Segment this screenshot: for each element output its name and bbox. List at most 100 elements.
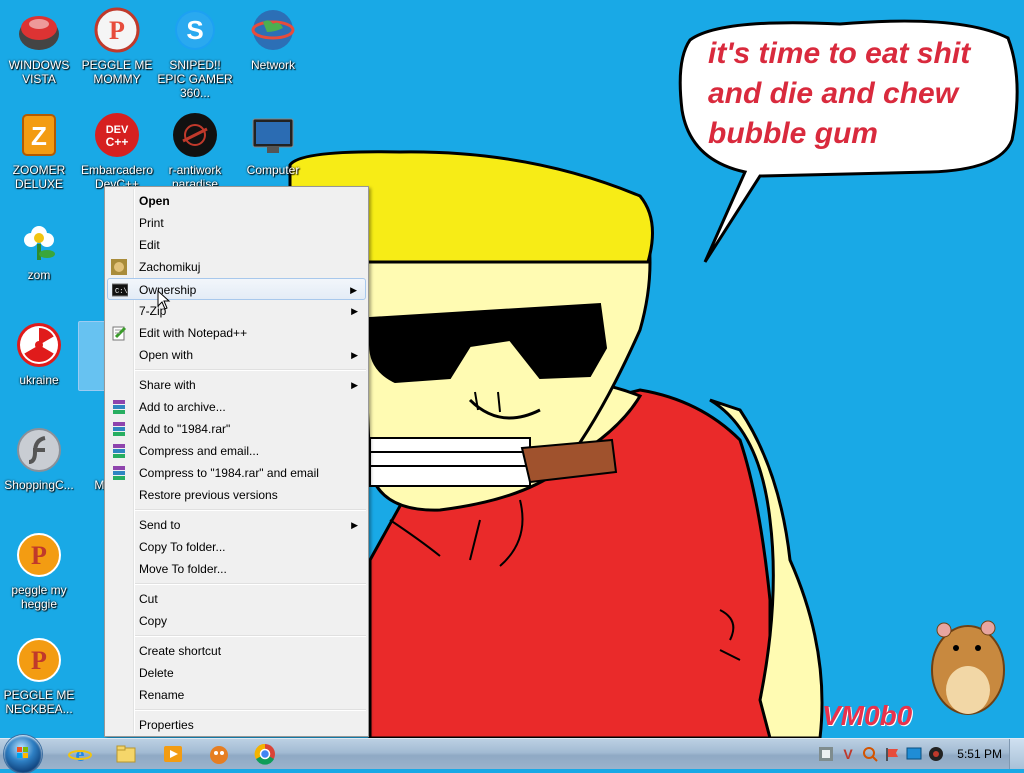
desktop-icon-r-antiwork-paradise[interactable]: r-antiwork paradise xyxy=(157,111,233,191)
desktop-icon-peggle-my-heggie[interactable]: P peggle my heggie xyxy=(1,531,77,611)
submenu-arrow-icon: ▶ xyxy=(351,520,358,530)
desktop-icon-ukraine[interactable]: ukraine xyxy=(1,321,77,387)
svg-text:P: P xyxy=(31,541,47,570)
menu-item-label: Compress and email... xyxy=(139,444,260,458)
notepadpp-icon xyxy=(111,325,127,341)
submenu-arrow-icon: ▶ xyxy=(350,285,357,295)
icon-label: PEGGLE ME NECKBEA... xyxy=(3,688,75,716)
submenu-arrow-icon: ▶ xyxy=(351,380,358,390)
context-menu[interactable]: Open Print Edit Zachomikuj C:\ Ownership… xyxy=(104,186,369,737)
peggle-icon: P xyxy=(93,6,141,54)
menu-item-label: Copy xyxy=(139,614,168,628)
taskbar-clock[interactable]: 5:51 PM xyxy=(957,747,1002,761)
desktop-icon-computer[interactable]: Computer xyxy=(235,111,311,177)
menu-item-label: Edit xyxy=(139,238,160,252)
menu-item-7zip[interactable]: 7-Zip ▶ xyxy=(107,300,366,322)
svg-text:V: V xyxy=(843,746,853,762)
desktop-icon-peggle-me-mommy[interactable]: P PEGGLE ME MOMMY xyxy=(79,6,155,86)
antiwork-icon xyxy=(171,111,219,159)
devcpp-icon: DEV C++ xyxy=(93,111,141,159)
menu-item-label: Cut xyxy=(139,592,158,606)
menu-item-zachomikuj[interactable]: Zachomikuj xyxy=(107,256,366,278)
menu-item-label: Share with xyxy=(139,378,196,392)
menu-item-copy[interactable]: Copy xyxy=(107,610,366,632)
console-icon: C:\ xyxy=(111,282,129,298)
menu-item-edit[interactable]: Edit xyxy=(107,234,366,256)
menu-item-send-to[interactable]: Send to ▶ xyxy=(107,514,366,536)
desktop-icon-peggle-me-neckbea[interactable]: P PEGGLE ME NECKBEA... xyxy=(1,636,77,716)
desktop[interactable]: it's time to eat shit and die and chew b… xyxy=(0,0,1024,738)
tray-display-icon[interactable] xyxy=(906,746,922,762)
submenu-arrow-icon: ▶ xyxy=(351,350,358,360)
desktop-icon-windows-vista[interactable]: WINDOWS VISTA xyxy=(1,6,77,86)
internet-explorer-icon[interactable]: e xyxy=(68,742,92,766)
chrome-icon[interactable] xyxy=(253,742,277,766)
winrar-icon xyxy=(111,399,127,415)
tray-flag-icon[interactable] xyxy=(884,746,900,762)
desktop-icon-shoppingc[interactable]: ShoppingC... xyxy=(1,426,77,492)
menu-item-label: Open xyxy=(139,194,170,208)
menu-item-label: Compress to "1984.rar" and email xyxy=(139,466,319,480)
menu-item-move-to-folder[interactable]: Move To folder... xyxy=(107,558,366,580)
icon-label: ShoppingC... xyxy=(4,478,74,492)
icon-label: ukraine xyxy=(19,373,59,387)
icon-label: Network xyxy=(250,58,295,72)
desktop-icon-zom[interactable]: zom xyxy=(1,216,77,282)
menu-item-label: Open with xyxy=(139,348,194,362)
menu-item-edit-with-notepadpp[interactable]: Edit with Notepad++ xyxy=(107,322,366,344)
tray-app-icon[interactable] xyxy=(818,746,834,762)
start-orb-icon[interactable] xyxy=(4,735,42,773)
zoomer-icon: Z xyxy=(15,111,63,159)
menu-item-ownership[interactable]: C:\ Ownership ▶ xyxy=(107,278,366,300)
flash-icon xyxy=(15,426,63,474)
menu-item-properties[interactable]: Properties xyxy=(107,714,366,736)
menu-item-compress-to-rar-and-email[interactable]: Compress to "1984.rar" and email xyxy=(107,462,366,484)
tray-v-icon[interactable]: V xyxy=(840,746,856,762)
svg-text:S: S xyxy=(186,15,203,45)
menu-separator xyxy=(135,509,366,511)
menu-item-delete[interactable]: Delete xyxy=(107,662,366,684)
menu-item-cut[interactable]: Cut xyxy=(107,588,366,610)
svg-text:P: P xyxy=(109,16,125,45)
menu-item-open-with[interactable]: Open with ▶ xyxy=(107,344,366,366)
media-player-icon[interactable] xyxy=(161,742,185,766)
winrar-icon xyxy=(111,421,127,437)
menu-item-create-shortcut[interactable]: Create shortcut xyxy=(107,640,366,662)
gimp-icon[interactable] xyxy=(207,742,231,766)
system-tray: V 5:51 PM xyxy=(784,739,1024,769)
icon-label: SNIPED!! EPIC GAMER 360... xyxy=(157,58,233,100)
tray-speaker-icon[interactable] xyxy=(928,746,944,762)
desktop-icon-embarcadero-devcpp[interactable]: DEV C++ Embarcadero DevC++ xyxy=(79,111,155,191)
show-desktop-button[interactable] xyxy=(1009,739,1024,769)
hamster-icon xyxy=(111,259,127,275)
menu-item-compress-and-email[interactable]: Compress and email... xyxy=(107,440,366,462)
icon-label: peggle my heggie xyxy=(11,583,67,611)
vista-helmet-icon xyxy=(15,6,63,54)
menu-separator xyxy=(135,369,366,371)
desktop-icon-network[interactable]: Network xyxy=(235,6,311,72)
winrar-icon xyxy=(111,465,127,481)
tray-search-icon[interactable] xyxy=(862,746,878,762)
icon-label: WINDOWS VISTA xyxy=(8,58,70,86)
menu-item-rename[interactable]: Rename xyxy=(107,684,366,706)
menu-item-label: Properties xyxy=(139,718,194,732)
menu-item-restore-previous-versions[interactable]: Restore previous versions xyxy=(107,484,366,506)
menu-item-print[interactable]: Print xyxy=(107,212,366,234)
svg-text:C++: C++ xyxy=(106,135,129,149)
menu-item-share-with[interactable]: Share with ▶ xyxy=(107,374,366,396)
desktop-icon-zoomer-deluxe[interactable]: Z ZOOMER DELUXE xyxy=(1,111,77,191)
menu-item-open[interactable]: Open xyxy=(107,190,366,212)
menu-item-add-to-rar[interactable]: Add to "1984.rar" xyxy=(107,418,366,440)
svg-text:e: e xyxy=(76,744,85,766)
menu-separator xyxy=(135,583,366,585)
icon-label: PEGGLE ME MOMMY xyxy=(81,58,153,86)
desktop-icon-sniped-epic-gamer[interactable]: S SNIPED!! EPIC GAMER 360... xyxy=(157,6,233,100)
menu-item-add-to-archive[interactable]: Add to archive... xyxy=(107,396,366,418)
menu-item-label: Delete xyxy=(139,666,174,680)
menu-separator xyxy=(135,709,366,711)
svg-text:P: P xyxy=(31,646,47,675)
icon-label: ZOOMER DELUXE xyxy=(12,163,66,191)
winrar-icon xyxy=(111,443,127,459)
explorer-folder-icon[interactable] xyxy=(114,742,138,766)
menu-item-copy-to-folder[interactable]: Copy To folder... xyxy=(107,536,366,558)
